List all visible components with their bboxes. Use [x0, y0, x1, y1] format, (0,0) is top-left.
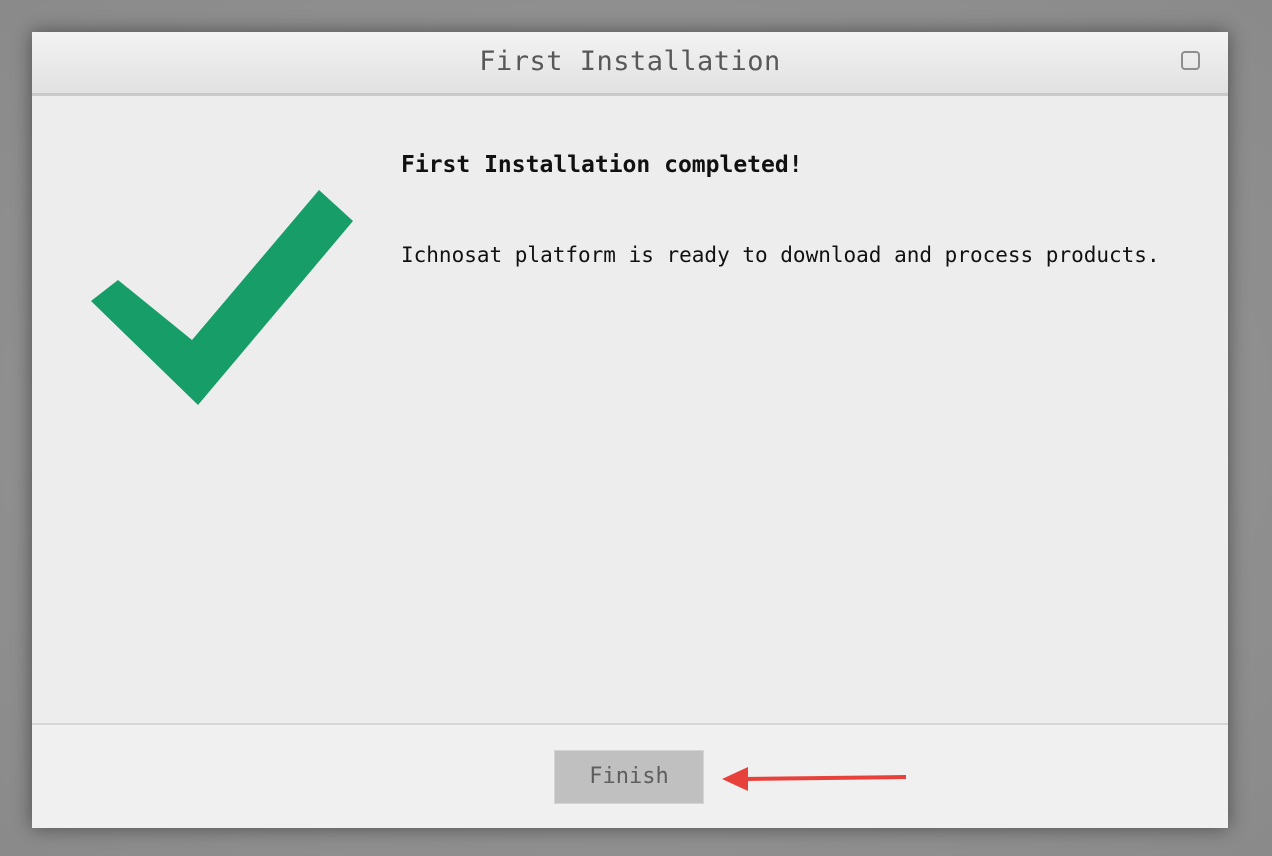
dialog-footer: Finish — [32, 723, 1228, 828]
completion-message: Ichnosat platform is ready to download a… — [401, 243, 1160, 267]
arrow-head — [722, 767, 748, 791]
dialog-content: First Installation completed! Ichnosat p… — [32, 96, 1228, 723]
arrow-shaft — [741, 775, 907, 781]
title-bar: First Installation — [32, 32, 1228, 96]
installation-dialog: First Installation First Installation co… — [32, 32, 1228, 828]
checkmark-shape — [91, 190, 353, 405]
maximize-icon[interactable] — [1181, 51, 1200, 70]
checkmark-icon — [91, 190, 353, 405]
completion-heading: First Installation completed! — [401, 152, 803, 178]
finish-button[interactable]: Finish — [554, 750, 704, 804]
arrow-left-icon — [722, 767, 907, 791]
window-title: First Installation — [479, 46, 781, 77]
